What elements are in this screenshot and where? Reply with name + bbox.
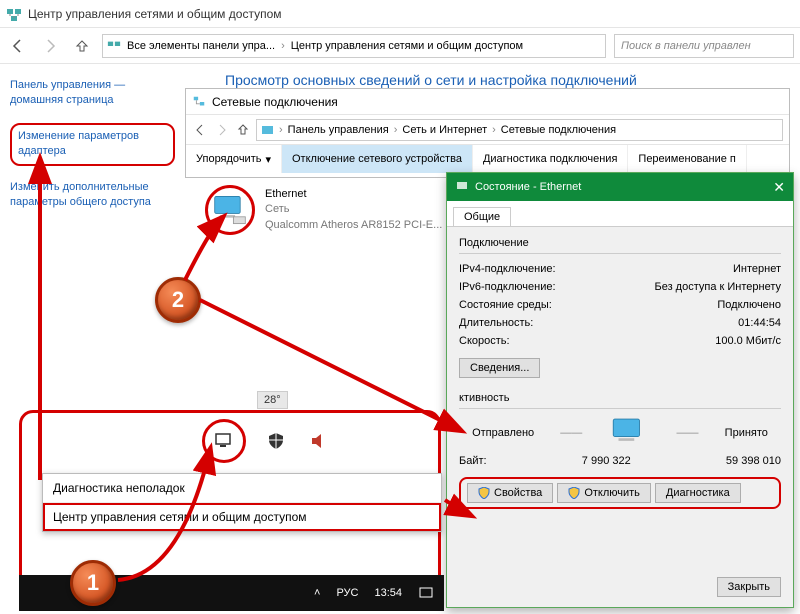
up-icon[interactable] [236,123,250,137]
toolbar-diagnose-label: Диагностика подключения [483,153,617,165]
tray-notification-icon[interactable] [418,585,434,601]
action-button-row: Свойства Отключить Диагностика [459,477,781,509]
duration-value: 01:44:54 [738,317,781,329]
network-connections-window: Сетевые подключения › Панель управления … [185,88,790,178]
crumb-network-center[interactable]: Центр управления сетями и общим доступом [291,40,523,52]
weather-widget[interactable]: 28° [257,391,288,409]
address-bar[interactable]: Все элементы панели упра... › Центр упра… [102,34,606,58]
ctx-network-center[interactable]: Центр управления сетями и общим доступом [43,503,441,531]
ctx-diagnose[interactable]: Диагностика неполадок [43,474,441,503]
inner-address-bar[interactable]: › Панель управления › Сеть и Интернет › … [256,119,783,141]
step-badge-2-label: 2 [172,287,184,313]
toolbar-disable-label: Отключение сетевого устройства [292,153,462,165]
sent-label: Отправлено [472,427,534,439]
ipv6-label: IPv6-подключение: [459,281,556,293]
forward-icon[interactable] [214,122,230,138]
toolbar-disable-device[interactable]: Отключение сетевого устройства [282,145,473,173]
ethernet-name: Ethernet [265,187,442,202]
toolbar-organize-label: Упорядочить [196,153,261,165]
tab-general[interactable]: Общие [453,207,511,226]
up-button[interactable] [70,34,94,58]
crumb-all-items[interactable]: Все элементы панели упра... [127,40,275,52]
ctx-network-center-label: Центр управления сетями и общим доступом [53,510,307,524]
window-titlebar: Центр управления сетями и общим доступом [0,0,800,28]
ctx-diagnose-label: Диагностика неполадок [53,481,185,495]
close-button[interactable]: Закрыть [717,577,781,597]
ethernet-status-icon [455,180,469,194]
shield-icon [568,487,580,499]
bytes-recv-value: 59 398 010 [726,455,781,467]
sidebar-sharing-link[interactable]: Изменить дополнительные параметры общего… [10,180,175,211]
bytes-label: Байт: [459,455,487,467]
search-placeholder: Поиск в панели управлен [621,40,751,52]
chevron-down-icon: ▾ [265,153,271,166]
forward-button[interactable] [38,34,62,58]
search-input[interactable]: Поиск в панели управлен [614,34,794,58]
toolbar-rename[interactable]: Переименование п [628,145,746,173]
ipv4-value: Интернет [733,263,781,275]
step-badge-1: 1 [70,560,116,606]
diagnostics-button[interactable]: Диагностика [655,483,741,503]
ipv6-value: Без доступа к Интернету [654,281,781,293]
ethernet-adapter: Qualcomm Atheros AR8152 PCI-E... [265,218,442,233]
tray-chevron-icon[interactable]: ˄ [314,587,320,599]
disable-button-label: Отключить [584,487,640,499]
step-badge-2: 2 [155,277,201,323]
duration-label: Длительность: [459,317,533,329]
crumb-net-internet[interactable]: Сеть и Интернет [402,124,487,136]
back-icon[interactable] [192,122,208,138]
inner-window-title: Сетевые подключения [212,95,338,109]
ethernet-adapter-item[interactable]: Ethernet Сеть Qualcomm Atheros AR8152 PC… [205,185,442,235]
details-button[interactable]: Сведения... [459,358,540,378]
tab-general-label: Общие [464,211,500,223]
toolbar-rename-label: Переименование п [638,153,735,165]
sidebar-home-link[interactable]: Панель управления — домашняя страница [10,78,175,109]
tray-context-menu: Диагностика неполадок Центр управления с… [42,473,442,532]
close-button-label: Закрыть [728,581,770,593]
folder-icon [261,123,274,136]
tray-lang[interactable]: РУС [336,587,358,599]
bytes-sent-value: 7 990 322 [582,455,631,467]
step-badge-1-label: 1 [87,570,99,596]
crumb-control-panel[interactable]: Панель управления [288,124,389,136]
connection-group-label: Подключение [459,237,781,249]
media-label: Состояние среды: [459,299,552,311]
weather-value: 28° [264,394,281,406]
activity-pc-icon [608,415,650,451]
tray-volume-icon[interactable] [306,427,334,455]
activity-group-label: ктивность [459,392,781,404]
speed-value: 100.0 Мбит/с [715,335,781,347]
crumb-sep-icon: › [281,40,285,52]
speed-label: Скорость: [459,335,510,347]
tray-security-icon[interactable] [262,427,290,455]
network-center-icon [6,6,22,22]
window-title: Центр управления сетями и общим доступом [28,7,282,21]
toolbar-organize[interactable]: Упорядочить ▾ [186,145,282,173]
properties-button[interactable]: Свойства [467,483,553,503]
inner-toolbar: Упорядочить ▾ Отключение сетевого устрой… [186,145,789,173]
diagnostics-button-label: Диагностика [666,487,730,499]
media-value: Подключено [717,299,781,311]
crumb-net-connections[interactable]: Сетевые подключения [501,124,616,136]
properties-button-label: Свойства [494,487,542,499]
ethernet-status-dialog: Состояние - Ethernet ✕ Общие Подключение… [446,172,794,608]
tray-network-icon[interactable] [202,419,246,463]
ethernet-network: Сеть [265,202,442,217]
pc-network-icon [209,193,251,227]
status-titlebar: Состояние - Ethernet ✕ [447,173,793,201]
toolbar-diagnose[interactable]: Диагностика подключения [473,145,628,173]
status-title: Состояние - Ethernet [475,181,581,193]
close-icon[interactable]: ✕ [773,179,785,196]
ipv4-label: IPv4-подключение: [459,263,556,275]
recv-label: Принято [725,427,768,439]
tray-time: 13:54 [374,587,402,599]
back-button[interactable] [6,34,30,58]
control-panel-icon [107,39,121,53]
shield-icon [478,487,490,499]
disable-button[interactable]: Отключить [557,483,651,503]
sidebar-adapter-settings-link[interactable]: Изменение параметров адаптера [10,123,175,166]
navbar: Все элементы панели упра... › Центр упра… [0,28,800,64]
network-connections-icon [192,95,206,109]
details-button-label: Сведения... [470,362,529,374]
